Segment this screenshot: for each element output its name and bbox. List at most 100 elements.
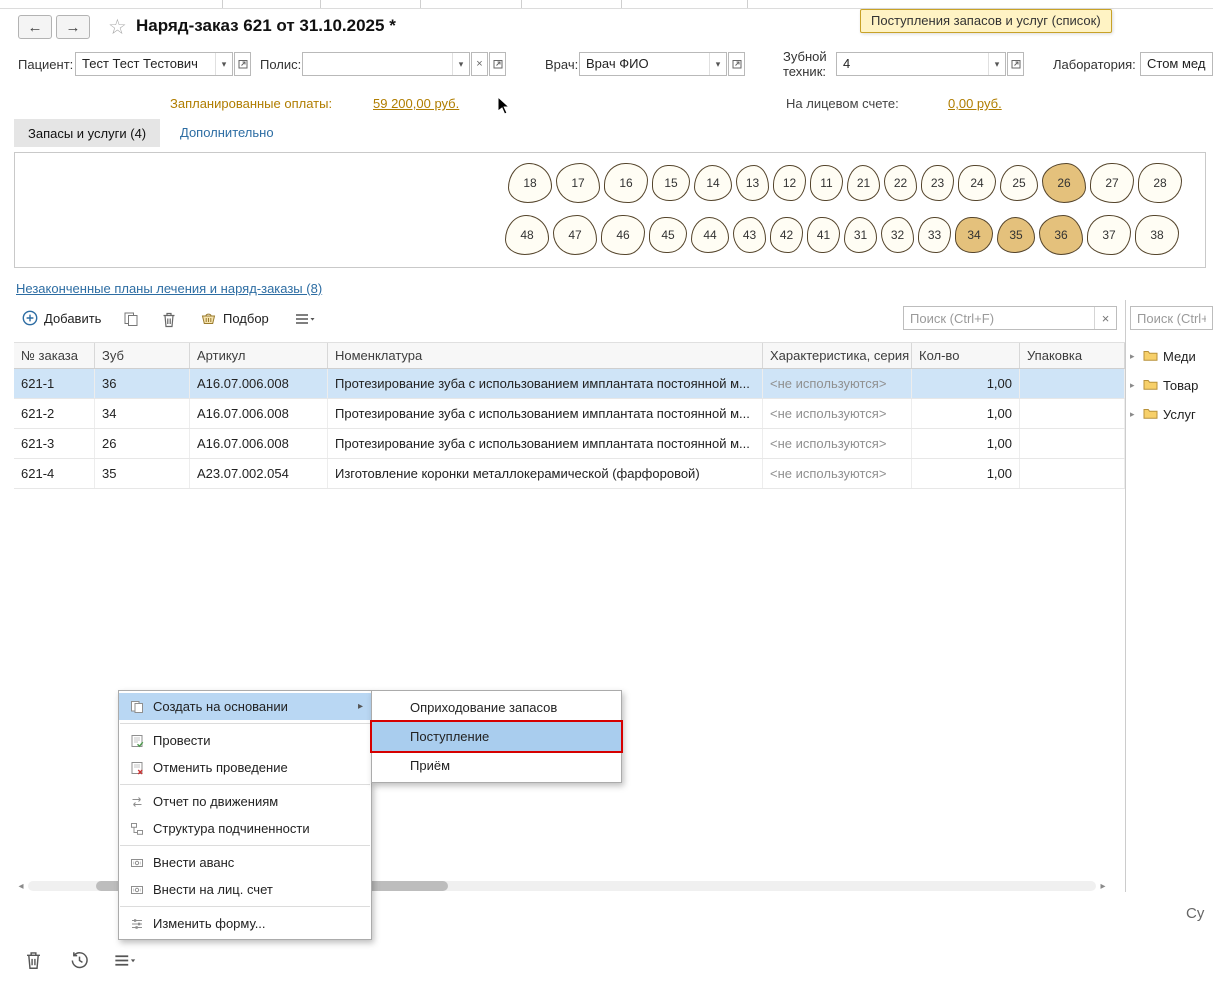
dropdown-icon[interactable]: ▾ xyxy=(452,53,469,75)
tooth-36[interactable]: 36 xyxy=(1039,215,1083,255)
dropdown-icon[interactable]: ▾ xyxy=(215,53,232,75)
menu-item[interactable]: Внести аванс xyxy=(119,849,371,876)
favorite-star-icon[interactable]: ☆ xyxy=(108,15,127,40)
tooth-15[interactable]: 15 xyxy=(652,165,690,201)
patient-combo[interactable]: Тест Тест Тестович ▾ xyxy=(75,52,233,76)
tooth-28[interactable]: 28 xyxy=(1138,163,1182,203)
table-row[interactable]: 621-2 34 А16.07.006.008 Протезирование зуба… xyxy=(14,399,1125,429)
column-header[interactable]: Номенклатура xyxy=(328,343,763,368)
search-input[interactable] xyxy=(904,307,1094,329)
doctor-value: Врач ФИО xyxy=(586,56,649,71)
pick-button[interactable]: Подбор xyxy=(196,305,273,331)
menu-item[interactable]: Отменить проведение xyxy=(119,754,371,781)
footer-delete-button[interactable] xyxy=(20,947,46,973)
doctor-combo[interactable]: Врач ФИО ▾ xyxy=(579,52,727,76)
sidebar-search-input[interactable] xyxy=(1131,307,1212,329)
menu-item[interactable]: Внести на лиц. счет xyxy=(119,876,371,903)
menu-item[interactable]: Провести xyxy=(119,727,371,754)
tooth-11[interactable]: 11 xyxy=(810,165,843,201)
back-button[interactable]: ← xyxy=(18,15,52,39)
menu-item[interactable]: Создать на основании ▸ xyxy=(119,693,371,720)
table-row[interactable]: 621-3 26 А16.07.006.008 Протезирование зуба… xyxy=(14,429,1125,459)
tooth-22[interactable]: 22 xyxy=(884,165,917,201)
tooth-25[interactable]: 25 xyxy=(1000,165,1038,201)
menu-item-label: Отчет по движениям xyxy=(153,794,279,809)
delete-button[interactable] xyxy=(156,307,182,331)
tree-folder[interactable]: ▸ Услуг xyxy=(1130,400,1213,429)
unfinished-plans-link[interactable]: Незаконченные планы лечения и наряд-зака… xyxy=(16,281,322,296)
tree-folder[interactable]: ▸ Товар xyxy=(1130,371,1213,400)
tooth-18[interactable]: 18 xyxy=(508,163,552,203)
technician-open-button[interactable] xyxy=(1007,52,1024,76)
tooth-32[interactable]: 32 xyxy=(881,217,914,253)
tooth-38[interactable]: 38 xyxy=(1135,215,1179,255)
scroll-left-icon[interactable]: ◂ xyxy=(14,881,28,892)
tooth-35[interactable]: 35 xyxy=(997,217,1035,253)
cell-pack xyxy=(1020,459,1125,488)
tooth-44[interactable]: 44 xyxy=(691,217,729,253)
tree-folder-label: Меди xyxy=(1163,349,1196,364)
column-header[interactable]: Кол-во xyxy=(912,343,1020,368)
menu-item[interactable]: Изменить форму... xyxy=(119,910,371,937)
column-header[interactable]: Зуб xyxy=(95,343,190,368)
table-row[interactable]: 621-4 35 А23.07.002.054 Изготовление коронк… xyxy=(14,459,1125,489)
tooth-26[interactable]: 26 xyxy=(1042,163,1086,203)
tooth-34[interactable]: 34 xyxy=(955,217,993,253)
column-header[interactable]: Характеристика, серия xyxy=(763,343,912,368)
table-row[interactable]: 621-1 36 А16.07.006.008 Протезирование зуба… xyxy=(14,369,1125,399)
footer-history-button[interactable] xyxy=(66,947,92,973)
copy-button[interactable] xyxy=(118,307,144,331)
tooth-31[interactable]: 31 xyxy=(844,217,877,253)
policy-combo[interactable]: ▾ xyxy=(302,52,470,76)
tooth-24[interactable]: 24 xyxy=(958,165,996,201)
tooth-47[interactable]: 47 xyxy=(553,215,597,255)
doctor-open-button[interactable] xyxy=(728,52,745,76)
tooth-33[interactable]: 33 xyxy=(918,217,951,253)
add-button[interactable]: Добавить xyxy=(18,305,105,331)
footer-menu-button[interactable] xyxy=(112,947,138,973)
menu-item[interactable]: Структура подчиненности xyxy=(119,815,371,842)
column-header[interactable]: Артикул xyxy=(190,343,328,368)
chevron-right-icon[interactable]: ▸ xyxy=(1130,380,1138,391)
tooth-17[interactable]: 17 xyxy=(556,163,600,203)
tab-additional[interactable]: Дополнительно xyxy=(180,125,274,140)
tooth-21[interactable]: 21 xyxy=(847,165,880,201)
tooth-43[interactable]: 43 xyxy=(733,217,766,253)
patient-open-button[interactable] xyxy=(234,52,251,76)
planned-payments-link[interactable]: 59 200,00 руб. xyxy=(373,96,459,111)
dropdown-icon[interactable]: ▾ xyxy=(709,53,726,75)
tooth-23[interactable]: 23 xyxy=(921,165,954,201)
tooth-45[interactable]: 45 xyxy=(649,217,687,253)
column-header[interactable]: Упаковка xyxy=(1020,343,1125,368)
tab-inventory-services[interactable]: Запасы и услуги (4) xyxy=(14,119,161,147)
scroll-right-icon[interactable]: ▸ xyxy=(1096,881,1110,892)
lab-combo[interactable]: Стом мед xyxy=(1140,52,1213,76)
more-actions-button[interactable] xyxy=(292,307,318,331)
tooth-14[interactable]: 14 xyxy=(694,165,732,201)
submenu-item[interactable]: Оприходование запасов xyxy=(372,693,621,722)
chevron-right-icon[interactable]: ▸ xyxy=(1130,409,1138,420)
tooth-27[interactable]: 27 xyxy=(1090,163,1134,203)
tooth-48[interactable]: 48 xyxy=(505,215,549,255)
policy-clear-button[interactable]: × xyxy=(471,52,488,76)
personal-account-link[interactable]: 0,00 руб. xyxy=(948,96,1002,111)
submenu-item[interactable]: Поступление xyxy=(372,722,621,751)
tooth-12[interactable]: 12 xyxy=(773,165,806,201)
tree-folder[interactable]: ▸ Меди xyxy=(1130,342,1213,371)
chevron-right-icon[interactable]: ▸ xyxy=(1130,351,1138,362)
tooth-42[interactable]: 42 xyxy=(770,217,803,253)
window-tab-strip[interactable] xyxy=(0,0,1213,9)
column-header[interactable]: № заказа xyxy=(14,343,95,368)
policy-open-button[interactable] xyxy=(489,52,506,76)
technician-combo[interactable]: 4 ▾ xyxy=(836,52,1006,76)
submenu-item[interactable]: Приём xyxy=(372,751,621,780)
search-clear-button[interactable]: × xyxy=(1094,307,1116,329)
tooth-41[interactable]: 41 xyxy=(807,217,840,253)
tooth-13[interactable]: 13 xyxy=(736,165,769,201)
tooth-16[interactable]: 16 xyxy=(604,163,648,203)
menu-item[interactable]: Отчет по движениям xyxy=(119,788,371,815)
forward-button[interactable]: → xyxy=(56,15,90,39)
tooth-37[interactable]: 37 xyxy=(1087,215,1131,255)
tooth-46[interactable]: 46 xyxy=(601,215,645,255)
dropdown-icon[interactable]: ▾ xyxy=(988,53,1005,75)
